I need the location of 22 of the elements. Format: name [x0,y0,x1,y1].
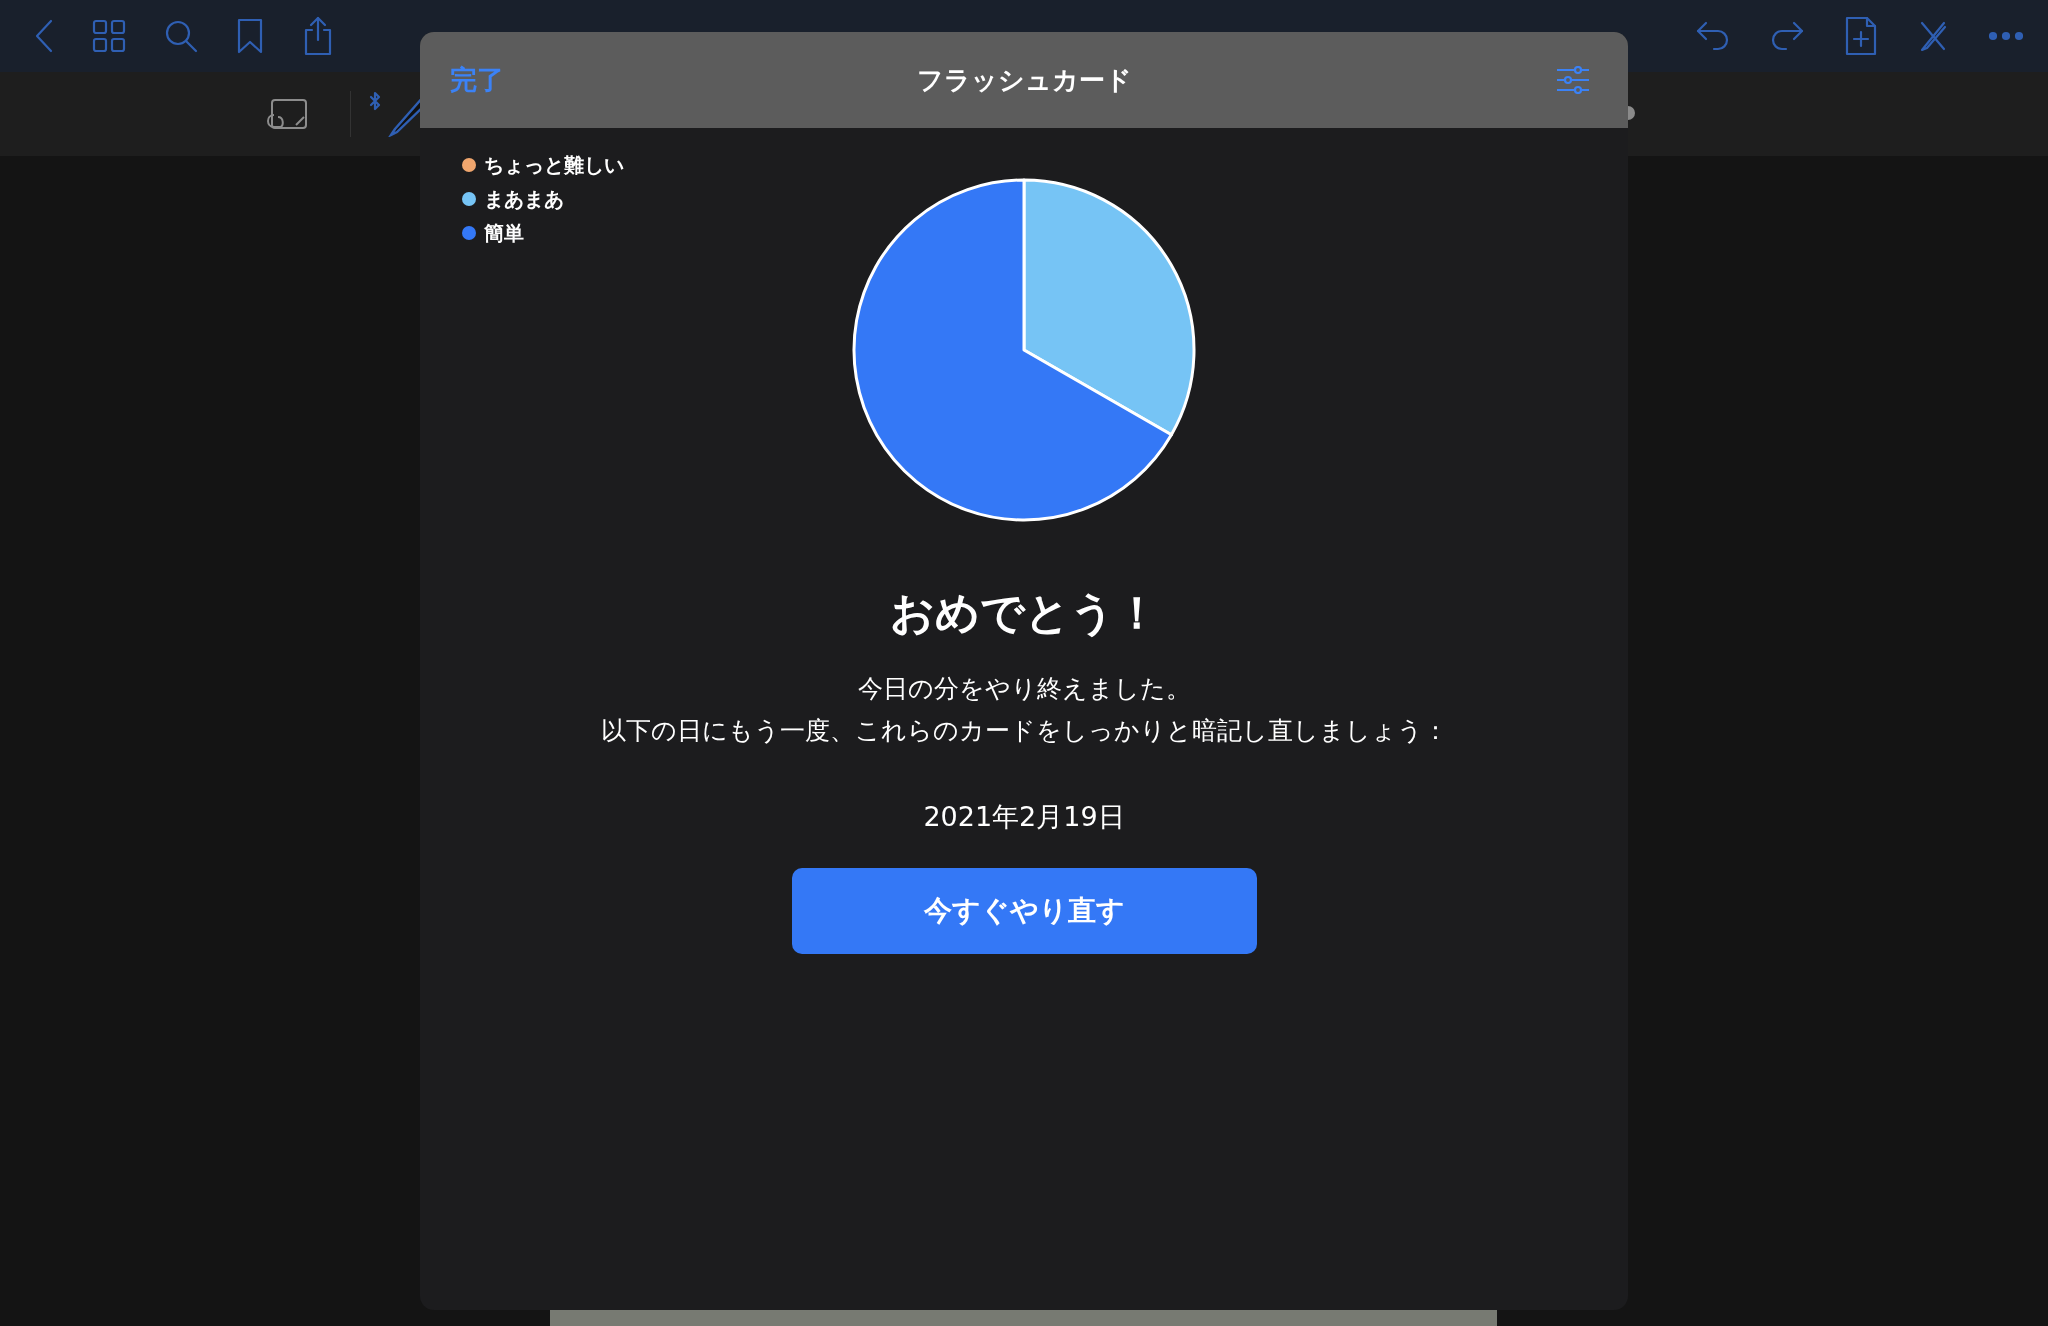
redo-icon[interactable] [1770,19,1804,53]
heading: おめでとう！ [889,586,1159,640]
undo-icon[interactable] [1696,19,1730,53]
legend-label: 簡単 [484,220,524,247]
share-icon[interactable] [302,16,334,56]
filter-icon[interactable] [1556,66,1590,94]
back-icon[interactable] [34,19,54,53]
message-text: 以下の日にもう一度、これらのカードをしっかりと暗記し直しましょう： [600,714,1448,747]
lasso-icon[interactable] [266,97,310,131]
legend-label: ちょっと難しい [484,152,624,179]
bluetooth-icon [369,91,381,111]
bookmark-icon[interactable] [236,18,264,54]
search-icon[interactable] [164,19,198,53]
pen-off-icon[interactable] [1918,19,1948,53]
legend-label: まあまあ [484,186,564,213]
add-page-icon[interactable] [1844,16,1878,56]
message-text: 今日の分をやり終えました。 [857,673,1191,705]
retry-button[interactable]: 今すぐやり直す [791,867,1257,954]
review-date: 2021年2月19日 [923,800,1125,834]
grid-icon[interactable] [92,19,126,53]
more-icon[interactable] [1988,31,2024,41]
modal-title: フラッシュカード [916,63,1132,97]
